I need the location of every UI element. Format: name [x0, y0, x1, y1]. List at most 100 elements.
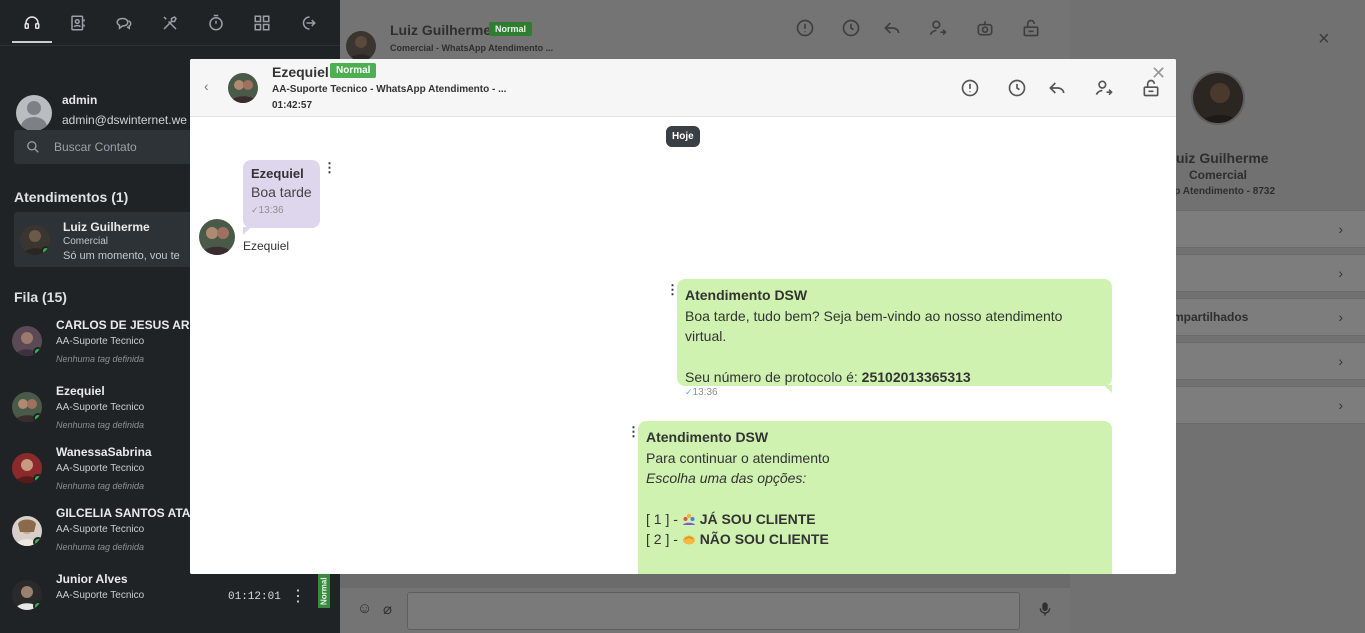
message-sender: Atendimento DSW: [685, 287, 808, 303]
chats-icon[interactable]: [102, 0, 146, 46]
queue-tag: Nenhuma tag definida: [56, 354, 145, 364]
menu-option-2: [ 2 ] - NÃO SOU CLIENTE: [646, 531, 829, 547]
date-divider: Hoje: [666, 126, 700, 147]
attach-icon[interactable]: ⌀: [383, 600, 392, 618]
avatar: [12, 326, 42, 356]
message-input[interactable]: [407, 592, 1020, 630]
message-time: ✓13:36: [251, 205, 284, 216]
message-list: Hoje Ezequiel Boa tarde ✓13:36 ⋮ Ezequie…: [190, 117, 1176, 574]
chat-contact-name: Luiz Guilherme: [390, 22, 492, 38]
close-icon[interactable]: ✕: [1151, 64, 1166, 82]
contacts-icon[interactable]: [56, 0, 100, 46]
priority-badge: Normal: [330, 63, 377, 78]
microphone-icon[interactable]: [1037, 600, 1053, 618]
logout-icon[interactable]: [286, 0, 330, 46]
chevron-right-icon: ›: [1338, 353, 1343, 369]
chevron-right-icon: ›: [1338, 221, 1343, 237]
headset-icon[interactable]: [10, 0, 54, 46]
message-text: Seu número de protocolo é: 2510201336531…: [685, 368, 971, 385]
ticket-last-message: Só um momento, vou te: [63, 250, 180, 262]
composer: ☺ ⌀: [340, 588, 1070, 633]
kebab-menu-icon[interactable]: ⋮: [290, 589, 306, 605]
avatar: [12, 516, 42, 546]
dashboard-icon[interactable]: [240, 0, 284, 46]
transfer-user-icon[interactable]: [928, 18, 948, 38]
people-emoji-icon: [682, 512, 696, 526]
tools-icon[interactable]: [148, 0, 192, 46]
chat-preview-modal: ‹ Ezequiel Normal AA-Suporte Tecnico - W…: [190, 59, 1176, 574]
message-text: Escolha uma das opções:: [646, 470, 807, 486]
user-email: admin@dswinternet.we: [62, 113, 187, 127]
lock-open-icon[interactable]: [1021, 18, 1041, 38]
user-name: admin: [62, 93, 98, 107]
top-nav: [0, 0, 340, 46]
reply-icon[interactable]: [882, 18, 902, 38]
outgoing-message: Atendimento DSW Para continuar o atendim…: [638, 421, 1112, 574]
clock-icon[interactable]: [1007, 78, 1029, 100]
avatar: [16, 95, 52, 131]
queue-contact-name: GILCELIA SANTOS ATA: [56, 506, 191, 520]
atendimentos-heading: Atendimentos (1): [14, 189, 129, 205]
message-text: Boa tarde, tudo bem? Seja bem-vindo ao n…: [685, 307, 1063, 345]
chevron-right-icon: ›: [1338, 309, 1343, 325]
message-sender: Atendimento DSW: [646, 429, 769, 445]
incoming-message: Ezequiel Boa tarde ✓13:36: [243, 160, 320, 235]
modal-header: ‹ Ezequiel Normal AA-Suporte Tecnico - W…: [190, 59, 1176, 117]
chat-header: Luiz Guilherme Normal Comercial - WhatsA…: [340, 0, 1070, 61]
queue-tag: Nenhuma tag definida: [56, 542, 145, 552]
chevron-left-icon[interactable]: ‹: [204, 78, 209, 94]
search-icon: [26, 140, 40, 154]
elapsed-time: 01:42:57: [272, 100, 313, 111]
message-text: Boa tarde: [251, 184, 312, 200]
ticket-contact-name: Luiz Guilherme: [63, 220, 150, 234]
queue-department: AA-Suporte Tecnico: [56, 524, 145, 535]
avatar: [20, 225, 50, 255]
queue-contact-name: Ezequiel: [56, 384, 105, 398]
check-icon: ✓: [251, 205, 259, 215]
priority-badge: Normal: [318, 574, 330, 608]
protocol-number: 25102013365313: [861, 368, 971, 385]
close-icon[interactable]: ×: [1318, 29, 1330, 49]
avatar: [228, 73, 258, 103]
fila-heading: Fila (15): [14, 289, 67, 305]
emoji-icon[interactable]: ☺: [357, 600, 372, 617]
double-check-icon: ✓: [685, 387, 693, 397]
outgoing-message: Atendimento DSW Boa tarde, tudo bem? Sej…: [677, 279, 1112, 398]
queue-item[interactable]: Junior Alves AA-Suporte Tecnico: [12, 572, 332, 632]
queue-department: AA-Suporte Tecnico: [56, 336, 145, 347]
kebab-menu-icon[interactable]: ⋮: [323, 161, 336, 174]
avatar: [346, 31, 376, 61]
avatar: [1191, 71, 1245, 125]
handshake-emoji-icon: [682, 532, 696, 546]
reply-icon[interactable]: [1047, 78, 1069, 100]
modal-contact-name: Ezequiel: [272, 64, 329, 80]
queue-contact-name: CARLOS DE JESUS AR: [56, 318, 190, 332]
queue-wait-time: 01:12:01: [228, 591, 281, 603]
queue-tag: Nenhuma tag definida: [56, 420, 145, 430]
chat-subtitle: Comercial - WhatsApp Atendimento ...: [390, 43, 554, 53]
avatar: [12, 392, 42, 422]
ticket-department: Comercial: [63, 236, 109, 247]
menu-option-1: [ 1 ] - JÁ SOU CLIENTE: [646, 510, 816, 527]
message-sender: Ezequiel: [251, 166, 304, 181]
message-text: Para continuar o atendimento: [646, 449, 830, 466]
queue-department: AA-Suporte Tecnico: [56, 590, 145, 601]
robot-icon[interactable]: [975, 18, 995, 38]
queue-contact-name: Junior Alves: [56, 572, 128, 586]
chevron-right-icon: ›: [1338, 265, 1343, 281]
message-author: Ezequiel: [243, 239, 290, 253]
alert-icon[interactable]: [795, 18, 815, 38]
queue-department: AA-Suporte Tecnico: [56, 402, 145, 413]
message-time: ✓13:36: [685, 387, 718, 398]
timer-icon[interactable]: [194, 0, 238, 46]
chevron-right-icon: ›: [1338, 397, 1343, 413]
avatar: [12, 453, 42, 483]
queue-department: AA-Suporte Tecnico: [56, 463, 145, 474]
modal-subtitle: AA-Suporte Tecnico - WhatsApp Atendiment…: [272, 84, 507, 95]
transfer-user-icon[interactable]: [1094, 78, 1116, 100]
alert-icon[interactable]: [960, 78, 982, 100]
clock-icon[interactable]: [841, 18, 861, 38]
queue-tag: Nenhuma tag definida: [56, 481, 145, 491]
priority-badge: Normal: [489, 22, 533, 36]
avatar: [12, 580, 42, 610]
